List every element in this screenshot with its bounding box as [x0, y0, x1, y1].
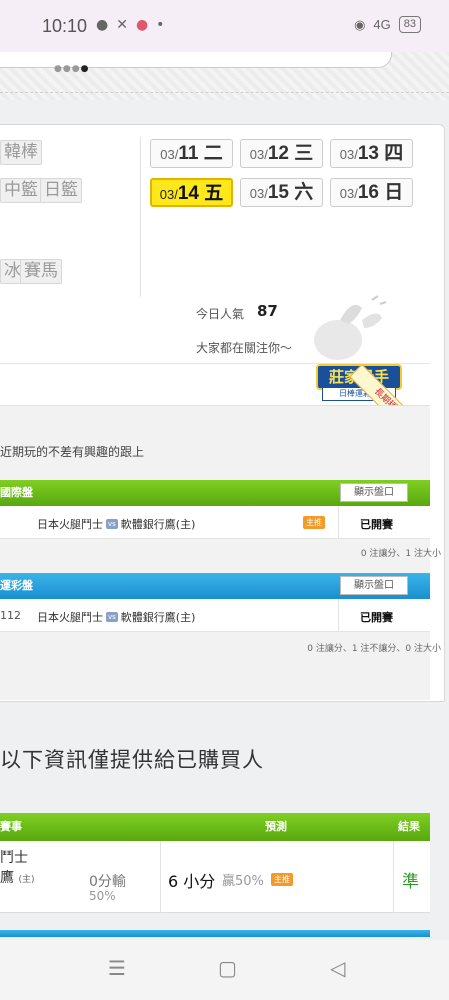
- menu-icon[interactable]: ☰: [108, 956, 126, 980]
- match-status: 已開賽: [360, 611, 393, 624]
- mascot-icon: [314, 295, 387, 360]
- header-event: 賽事: [0, 820, 22, 833]
- pick-stats: 0 注讓分、1 注大小: [360, 549, 441, 559]
- date-button-0311[interactable]: 03/11 二: [150, 139, 233, 168]
- section-title: 運彩盤: [0, 579, 33, 592]
- app-icon: ●: [135, 17, 149, 33]
- sport-button-japan-basketball[interactable]: 日籃: [40, 178, 82, 203]
- result-table-header: 賽事 預測 結果: [0, 813, 430, 841]
- vs-icon: vs: [106, 519, 118, 529]
- sport-button-china-basketball[interactable]: 中籃: [0, 178, 42, 203]
- chat-icon: ●: [96, 17, 109, 33]
- system-nav-bar: ☰ ▢ ◁: [0, 940, 449, 1000]
- popularity-label: 今日人氣: [196, 307, 245, 321]
- show-odds-button[interactable]: 顯示盤口: [340, 483, 408, 502]
- match-teams: 日本火腿鬥士 vs 軟體銀行鷹(主): [37, 611, 196, 624]
- handicap-result: 0分輸: [89, 874, 126, 890]
- divider: [393, 841, 394, 913]
- status-bar: 10:10 ● ✕ ● • ◉ 4G 83: [0, 0, 449, 52]
- battery-icon: 83: [398, 16, 421, 33]
- section-header-international: 國際盤 顯示盤口: [0, 480, 430, 506]
- system-icons: ◉ 4G 83: [354, 16, 421, 33]
- result-value: 準: [402, 872, 419, 892]
- back-icon[interactable]: ◁: [330, 956, 345, 980]
- prediction-win: 贏50%: [222, 874, 264, 889]
- date-button-0315[interactable]: 03/15 六: [240, 178, 323, 207]
- header-prediction: 預測: [265, 820, 287, 833]
- column-divider: [140, 137, 141, 297]
- match-row[interactable]: 日本火腿鬥士 vs 軟體銀行鷹(主) 主推 已開賽: [0, 506, 430, 539]
- show-odds-button[interactable]: 顯示盤口: [340, 576, 408, 595]
- match-status: 已開賽: [360, 518, 393, 531]
- divider: [338, 599, 339, 632]
- date-button-0314[interactable]: 03/14 五: [150, 178, 233, 207]
- purchase-info-title: 以下資訊僅提供給已購買人: [0, 748, 264, 772]
- match-id: 112: [0, 609, 21, 622]
- date-button-0316[interactable]: 03/16 日: [330, 178, 413, 207]
- divider: [338, 506, 339, 539]
- date-button-0312[interactable]: 03/12 三: [240, 139, 323, 168]
- date-button-0313[interactable]: 03/13 四: [330, 139, 413, 168]
- alarm-icon: ◉: [354, 16, 366, 32]
- vs-icon: vs: [106, 612, 118, 622]
- divider: [0, 363, 430, 364]
- header-result: 結果: [398, 820, 420, 833]
- divider: [0, 92, 449, 102]
- match-teams: 日本火腿鬥士 vs 軟體銀行鷹(主): [37, 518, 196, 531]
- prediction-value: 6 小分: [168, 872, 216, 891]
- team-home: 鷹 (主): [0, 870, 35, 886]
- main-pick-tag: 主推: [303, 516, 325, 529]
- popularity-note: 大家都在關注你～: [196, 341, 293, 355]
- section-header-sports-lottery: 運彩盤 顯示盤口: [0, 573, 430, 599]
- result-table-row: 鬥士 鷹 (主) 0分輸 50% 6 小分 贏50% 主推 準: [0, 841, 430, 913]
- main-pick-tag: 主推: [271, 873, 293, 886]
- carousel-dots[interactable]: ●●●●: [54, 64, 89, 74]
- handicap-percent: 50%: [89, 889, 116, 903]
- sport-button-korean-baseball[interactable]: 韓棒: [0, 140, 42, 165]
- intro-text: 近期玩的不差有興趣的跟上: [0, 445, 145, 459]
- next-table-header: [0, 930, 430, 937]
- popularity-value: 87: [257, 302, 278, 320]
- section-title: 國際盤: [0, 486, 33, 499]
- divider: [160, 841, 161, 913]
- notification-icons: ● ✕ ● •: [96, 17, 164, 33]
- tool-icon: ✕: [116, 17, 128, 33]
- dot-icon: •: [156, 17, 165, 33]
- sport-button-horse-racing[interactable]: 賽馬: [20, 259, 62, 284]
- signal-icon: 4G: [373, 17, 391, 32]
- clock: 10:10: [42, 16, 88, 36]
- team-away: 鬥士: [0, 850, 28, 866]
- home-icon[interactable]: ▢: [218, 956, 237, 980]
- match-row[interactable]: 112 日本火腿鬥士 vs 軟體銀行鷹(主) 已開賽: [0, 599, 430, 632]
- pick-stats: 0 注讓分、1 注不讓分、0 注大小: [307, 644, 441, 654]
